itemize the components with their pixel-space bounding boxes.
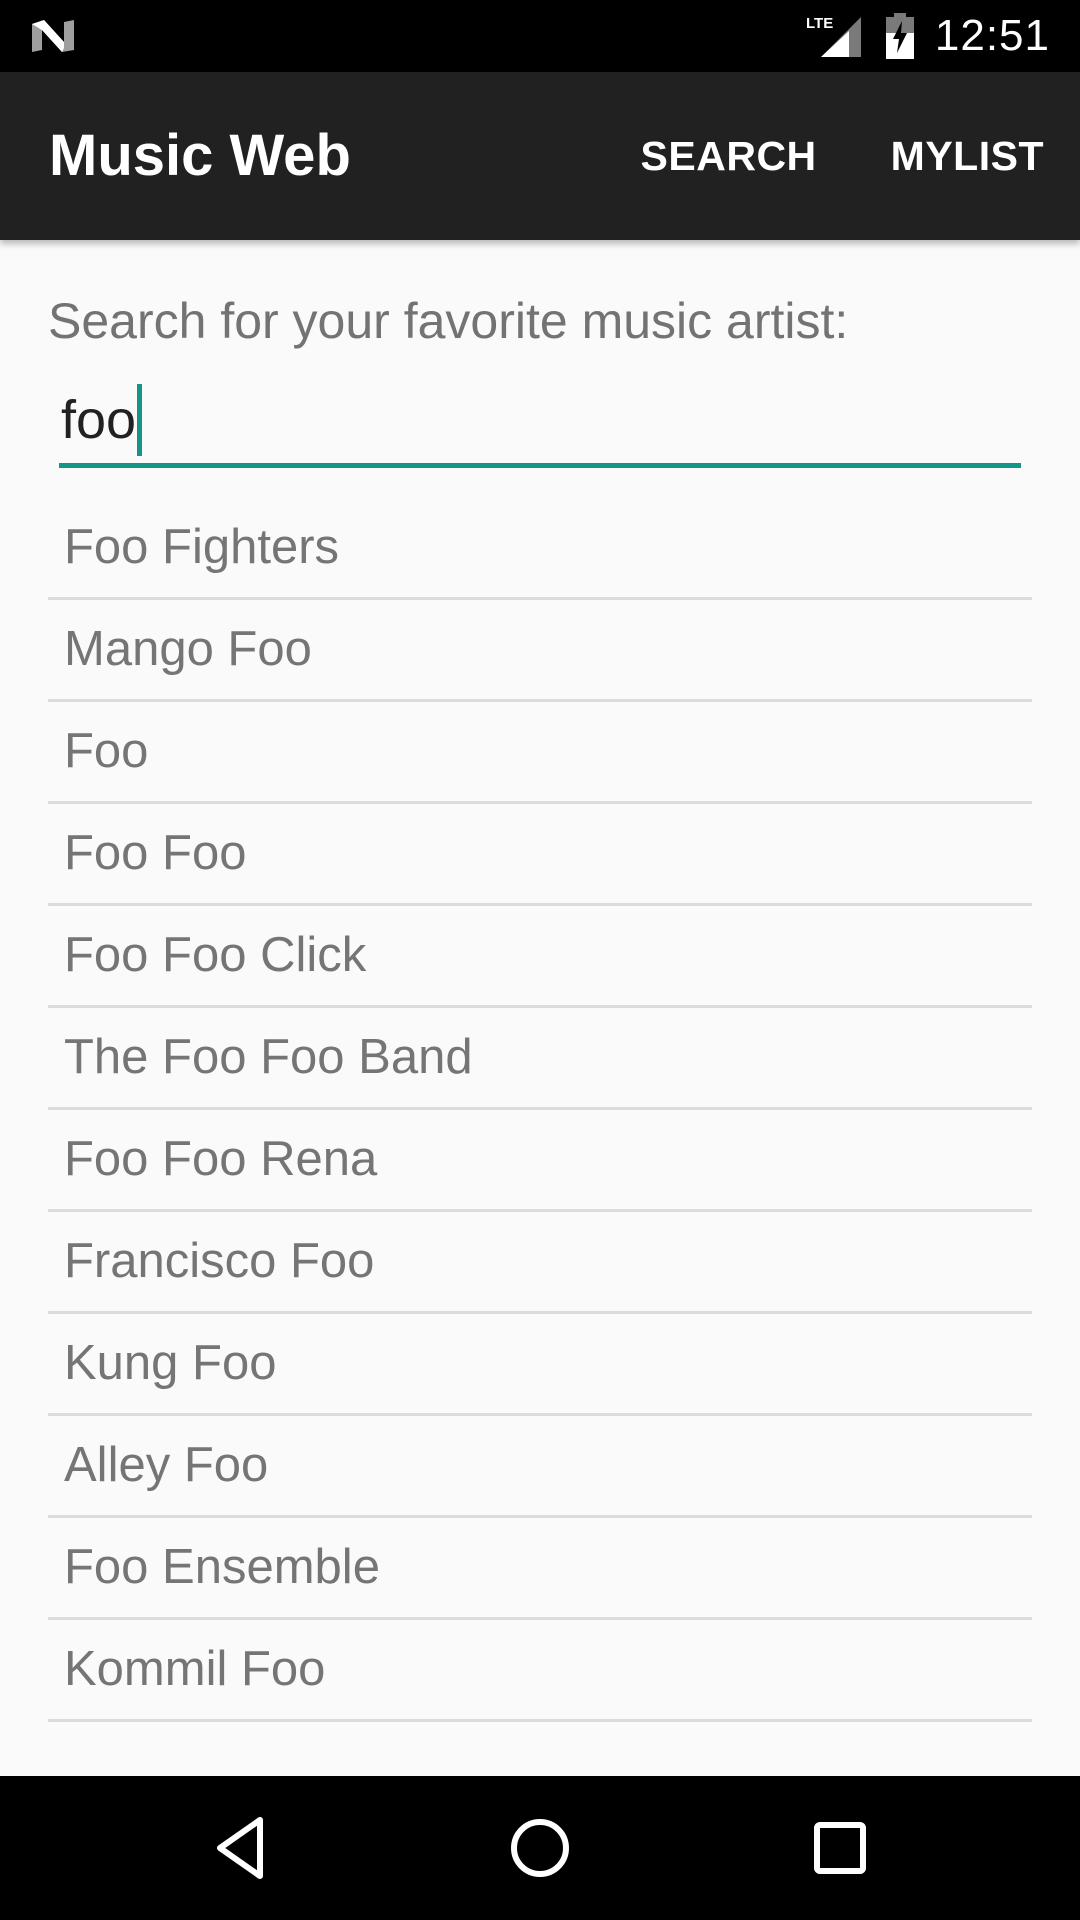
list-item[interactable]: The Foo Foo Band [48, 1008, 1032, 1110]
list-item[interactable]: Foo [48, 702, 1032, 804]
search-input-text: foo [61, 390, 137, 450]
list-item[interactable]: Francisco Foo [48, 1212, 1032, 1314]
list-item[interactable]: Foo Foo Rena [48, 1110, 1032, 1212]
list-item-label: Foo Foo Click [64, 928, 367, 982]
battery-charging-icon [885, 13, 914, 59]
artist-results-list: Foo Fighters Mango Foo Foo Foo Foo Foo F… [48, 498, 1032, 1722]
list-item-label: The Foo Foo Band [64, 1030, 473, 1084]
status-indicators: LTE 12:51 [805, 0, 1050, 72]
list-item[interactable]: Mango Foo [48, 600, 1032, 702]
list-item-label: Alley Foo [64, 1438, 269, 1492]
artist-search-input[interactable]: foo [59, 380, 1021, 468]
list-item-label: Foo [64, 724, 149, 778]
app-title: Music Web [49, 123, 351, 188]
home-circle-icon[interactable] [490, 1798, 590, 1898]
list-item-label: Francisco Foo [64, 1234, 375, 1288]
status-time: 12:51 [934, 11, 1050, 60]
list-item[interactable]: Kommil Foo [48, 1620, 1032, 1722]
n-logo-icon [32, 20, 74, 52]
app-bar-actions: SEARCH MYLIST [641, 72, 1044, 240]
list-item-label: Foo Foo [64, 826, 247, 880]
status-bar: LTE 12:51 [0, 0, 1080, 72]
list-item[interactable]: Foo Fighters [48, 498, 1032, 600]
list-item-label: Kung Foo [64, 1336, 277, 1390]
list-item-label: Foo Foo Rena [64, 1132, 378, 1186]
list-item[interactable]: Foo Ensemble [48, 1518, 1032, 1620]
list-item-label: Kommil Foo [64, 1642, 326, 1696]
list-item-label: Foo Fighters [64, 520, 340, 574]
search-tab-button[interactable]: SEARCH [641, 113, 817, 200]
list-item[interactable]: Alley Foo [48, 1416, 1032, 1518]
back-triangle-icon[interactable] [190, 1798, 290, 1898]
app-bar: Music Web SEARCH MYLIST [0, 72, 1080, 240]
search-input-value[interactable]: foo [61, 382, 143, 458]
list-item-label: Foo Ensemble [64, 1540, 380, 1594]
search-prompt: Search for your favorite music artist: [48, 293, 849, 349]
navigation-bar [0, 1776, 1080, 1920]
mylist-tab-button[interactable]: MYLIST [891, 113, 1044, 200]
lte-signal-icon: LTE [806, 15, 861, 57]
recents-square-icon[interactable] [790, 1798, 890, 1898]
network-type-label: LTE [806, 15, 833, 32]
list-item-label: Mango Foo [64, 622, 312, 676]
list-item[interactable]: Foo Foo Click [48, 906, 1032, 1008]
text-cursor [137, 384, 143, 456]
list-item[interactable]: Foo Foo [48, 804, 1032, 906]
list-item[interactable]: Kung Foo [48, 1314, 1032, 1416]
